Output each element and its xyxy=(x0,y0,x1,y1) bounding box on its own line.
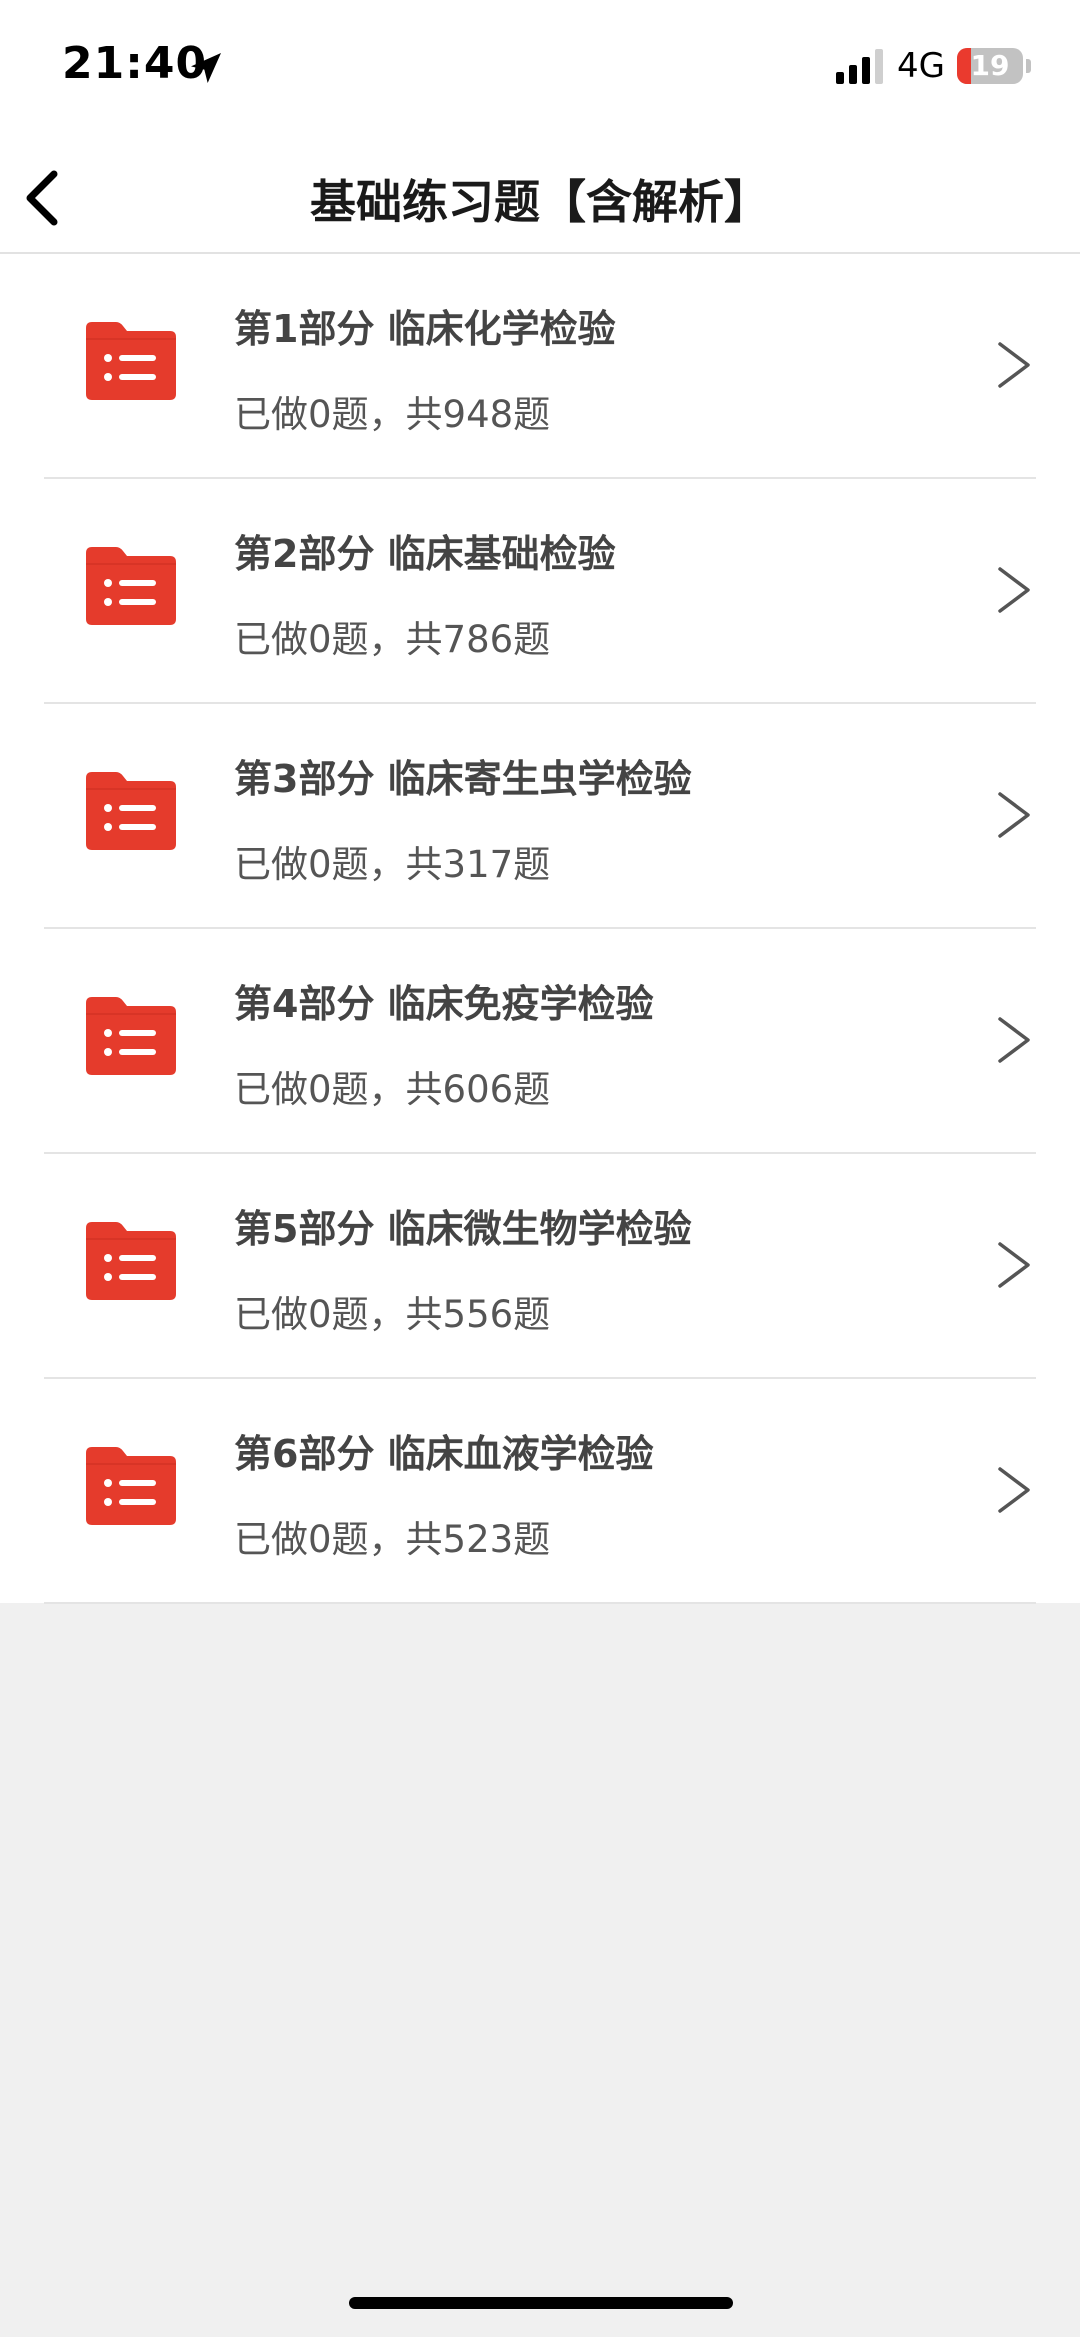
folder-list-icon xyxy=(86,322,176,400)
list-item[interactable]: 第5部分 临床微生物学检验 已做0题，共556题 xyxy=(0,1154,1080,1379)
folder-list-icon xyxy=(86,1222,176,1300)
home-indicator[interactable] xyxy=(349,2297,733,2309)
section-title: 第4部分 临床免疫学检验 xyxy=(234,982,654,1026)
status-bar: 21:40 4G 19 xyxy=(0,0,1080,140)
network-type: 4G xyxy=(897,46,945,86)
cellular-signal-icon xyxy=(836,49,883,84)
chevron-right-icon xyxy=(998,342,1030,388)
list-item[interactable]: 第4部分 临床免疫学检验 已做0题，共606题 xyxy=(0,929,1080,1154)
folder-list-icon xyxy=(86,1447,176,1525)
chevron-right-icon xyxy=(998,792,1030,838)
nav-bar: 基础练习题【含解析】 xyxy=(0,140,1080,254)
battery-icon: 19 xyxy=(957,48,1023,84)
section-progress: 已做0题，共786题 xyxy=(234,618,551,661)
section-title: 第2部分 临床基础检验 xyxy=(234,532,616,576)
section-progress: 已做0题，共556题 xyxy=(234,1293,551,1336)
location-arrow-icon xyxy=(191,53,221,83)
folder-list-icon xyxy=(86,997,176,1075)
list-item[interactable]: 第1部分 临床化学检验 已做0题，共948题 xyxy=(0,254,1080,479)
list-item[interactable]: 第2部分 临床基础检验 已做0题，共786题 xyxy=(0,479,1080,704)
folder-list-icon xyxy=(86,547,176,625)
section-progress: 已做0题，共317题 xyxy=(234,843,551,886)
page-title: 基础练习题【含解析】 xyxy=(310,175,770,229)
battery-tip xyxy=(1026,59,1031,73)
battery-level: 19 xyxy=(970,49,1010,82)
section-title: 第1部分 临床化学检验 xyxy=(234,307,616,351)
chevron-right-icon xyxy=(998,1467,1030,1513)
section-progress: 已做0题，共523题 xyxy=(234,1518,551,1561)
section-title: 第5部分 临床微生物学检验 xyxy=(234,1207,692,1251)
divider xyxy=(44,1602,1036,1604)
section-progress: 已做0题，共606题 xyxy=(234,1068,551,1111)
chevron-right-icon xyxy=(998,567,1030,613)
section-progress: 已做0题，共948题 xyxy=(234,393,551,436)
list-item[interactable]: 第6部分 临床血液学检验 已做0题，共523题 xyxy=(0,1379,1080,1604)
section-list: 第1部分 临床化学检验 已做0题，共948题 第2部分 临床基础检验 已做0题，… xyxy=(0,254,1080,1604)
chevron-right-icon xyxy=(998,1017,1030,1063)
folder-list-icon xyxy=(86,772,176,850)
chevron-right-icon xyxy=(998,1242,1030,1288)
list-item[interactable]: 第3部分 临床寄生虫学检验 已做0题，共317题 xyxy=(0,704,1080,929)
section-title: 第6部分 临床血液学检验 xyxy=(234,1432,654,1476)
section-title: 第3部分 临床寄生虫学检验 xyxy=(234,757,692,801)
